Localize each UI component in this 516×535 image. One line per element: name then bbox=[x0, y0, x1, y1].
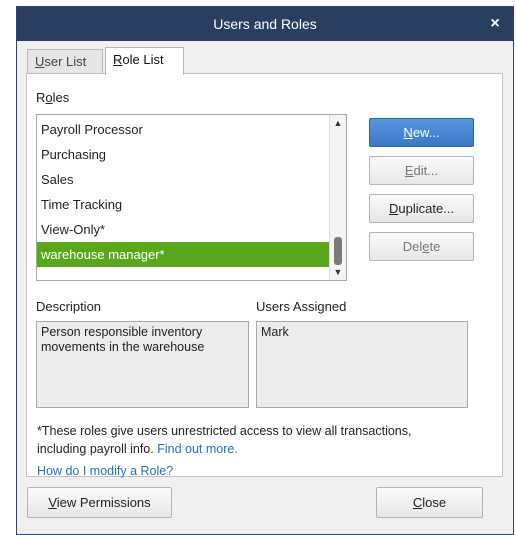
description-label: Description bbox=[36, 299, 102, 314]
tab-user-list-label: ser List bbox=[44, 54, 87, 69]
role-item-purchasing[interactable]: Purchasing bbox=[37, 142, 330, 167]
scroll-up-icon[interactable]: ▲ bbox=[330, 116, 346, 130]
role-item-warehouse-manager[interactable]: warehouse manager* bbox=[37, 242, 330, 267]
tab-role-list[interactable]: Role List bbox=[105, 47, 184, 75]
duplicate-button[interactable]: Duplicate... bbox=[369, 194, 474, 223]
title-bar[interactable]: Users and Roles × bbox=[17, 7, 513, 41]
roles-label: Roles bbox=[36, 90, 70, 105]
tab-role-list-label: ole List bbox=[122, 52, 164, 67]
users-assigned-label: Users Assigned bbox=[256, 299, 347, 314]
how-to-modify-role-link[interactable]: How do I modify a Role? bbox=[37, 464, 173, 478]
role-item-payroll-processor[interactable]: Payroll Processor bbox=[37, 117, 330, 142]
new-button[interactable]: New... bbox=[369, 118, 474, 147]
role-item-time-tracking[interactable]: Time Tracking bbox=[37, 192, 330, 217]
close-button[interactable]: Close bbox=[376, 487, 483, 518]
role-item-view-only[interactable]: View-Only* bbox=[37, 217, 330, 242]
close-icon[interactable]: × bbox=[483, 12, 507, 36]
tab-user-list[interactable]: User List bbox=[27, 49, 103, 73]
tab-role-list-mnemonic: R bbox=[113, 52, 123, 67]
view-permissions-button[interactable]: View Permissions bbox=[27, 487, 172, 518]
scroll-thumb[interactable] bbox=[334, 237, 342, 265]
users-and-roles-dialog: Users and Roles × User List Role List Ro… bbox=[16, 6, 514, 535]
edit-button[interactable]: Edit... bbox=[369, 156, 474, 185]
unrestricted-access-note: *These roles give users unrestricted acc… bbox=[37, 422, 417, 458]
tab-user-list-mnemonic: U bbox=[35, 54, 45, 69]
find-out-more-link[interactable]: Find out more. bbox=[157, 442, 238, 456]
roles-scrollbar[interactable]: ▲ ▼ bbox=[329, 115, 346, 280]
scroll-down-icon[interactable]: ▼ bbox=[330, 265, 346, 279]
role-list-panel: Roles Payroll Processor Purchasing Sales… bbox=[26, 73, 503, 478]
role-item-sales[interactable]: Sales bbox=[37, 167, 330, 192]
dialog-title: Users and Roles bbox=[213, 16, 317, 32]
delete-button[interactable]: Delete bbox=[369, 232, 474, 261]
roles-listbox[interactable]: Payroll Processor Purchasing Sales Time … bbox=[36, 114, 347, 281]
users-assigned-box: Mark bbox=[256, 321, 468, 408]
description-box: Person responsible inventory movements i… bbox=[36, 321, 249, 408]
